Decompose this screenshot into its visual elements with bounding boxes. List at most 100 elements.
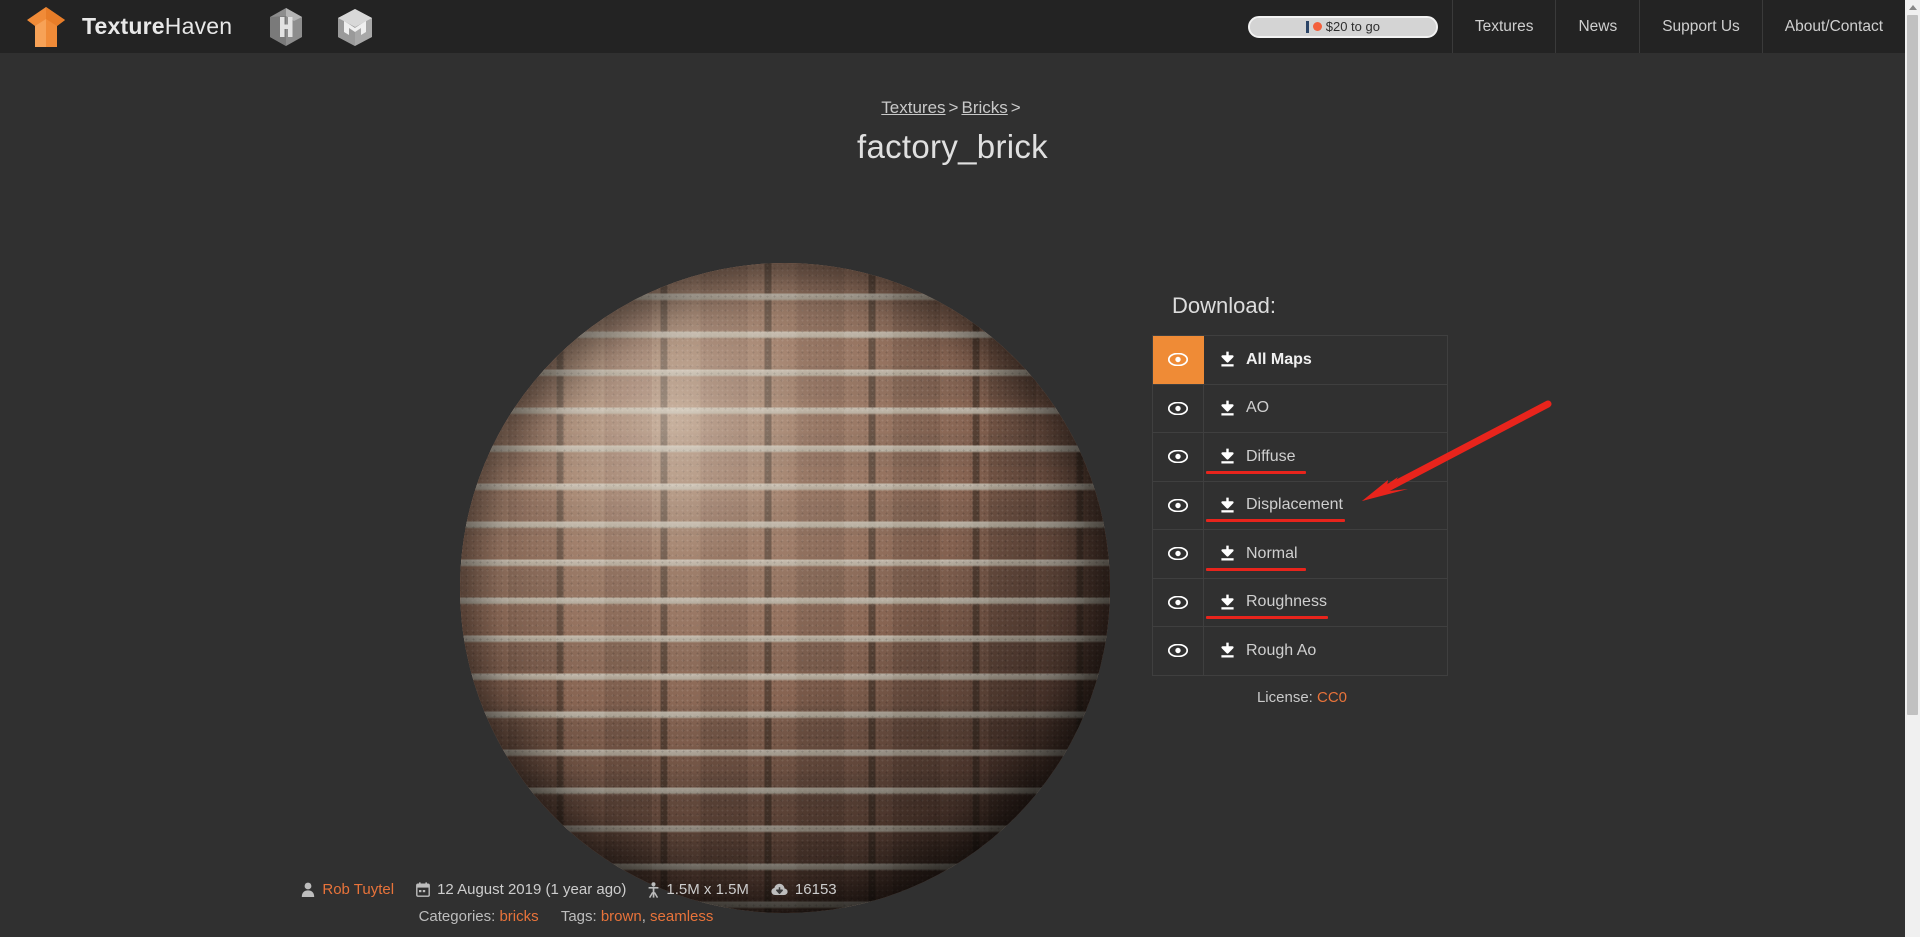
download-icon bbox=[1219, 351, 1236, 368]
annotation-underline-roughness bbox=[1206, 616, 1328, 619]
patreon-bar-icon bbox=[1305, 20, 1309, 33]
tag-separator: , bbox=[641, 908, 646, 925]
tag-brown[interactable]: brown bbox=[601, 908, 642, 925]
download-panel: Download: All Maps AO Diffuse Displaceme… bbox=[1152, 293, 1452, 706]
page-content: Textures > Bricks > factory_brick Download: bbox=[0, 53, 1905, 937]
download-row-rough-ao[interactable]: Rough Ao bbox=[1153, 627, 1447, 676]
download-link-ao[interactable]: AO bbox=[1204, 385, 1447, 433]
category-bricks[interactable]: bricks bbox=[499, 908, 538, 925]
metadata-downloads-value: 16153 bbox=[794, 881, 837, 898]
download-heading: Download: bbox=[1172, 293, 1276, 318]
download-row-all-maps[interactable]: All Maps bbox=[1153, 336, 1447, 385]
site-header: TextureHaven $20 to go Textures News Sup… bbox=[0, 0, 1905, 53]
user-icon bbox=[301, 882, 315, 897]
download-label-all-maps: All Maps bbox=[1246, 350, 1312, 368]
tags-label: Tags: bbox=[560, 908, 597, 925]
nav-item-news[interactable]: News bbox=[1555, 0, 1639, 53]
scroll-up-arrow-icon[interactable] bbox=[1905, 0, 1920, 15]
categories-label: Categories: bbox=[418, 908, 496, 925]
download-icon bbox=[1219, 448, 1236, 465]
preview-eye-icon-diffuse[interactable] bbox=[1153, 433, 1204, 481]
download-label-ao: AO bbox=[1246, 399, 1270, 417]
download-row-diffuse[interactable]: Diffuse bbox=[1153, 433, 1447, 482]
download-link-displacement[interactable]: Displacement bbox=[1204, 482, 1447, 530]
tag-seamless[interactable]: seamless bbox=[650, 908, 713, 925]
download-label-normal: Normal bbox=[1246, 544, 1298, 562]
breadcrumb-item-bricks[interactable]: Bricks bbox=[961, 98, 1007, 117]
annotation-underline-normal bbox=[1206, 567, 1306, 571]
scroll-up-arrow-glyph bbox=[1908, 5, 1917, 10]
metadata-categories-tags: Categories: bricks Tags: brown, seamless bbox=[0, 908, 1150, 925]
download-label-diffuse: Diffuse bbox=[1246, 447, 1296, 465]
patreon-dot-icon bbox=[1312, 22, 1322, 31]
preview-eye-icon-all-maps[interactable] bbox=[1153, 336, 1204, 384]
download-icon bbox=[1219, 642, 1236, 659]
breadcrumb: Textures > Bricks > bbox=[0, 98, 1905, 118]
breadcrumb-separator-1: > bbox=[948, 98, 959, 117]
download-icon bbox=[1219, 545, 1236, 562]
download-row-roughness[interactable]: Roughness bbox=[1153, 578, 1447, 627]
metadata-scale-value: 1.5M x 1.5M bbox=[666, 881, 749, 898]
download-icon bbox=[1219, 400, 1236, 417]
brick-texture-sphere-preview[interactable] bbox=[460, 263, 1110, 913]
download-row-normal[interactable]: Normal bbox=[1153, 530, 1447, 579]
nav-item-textures[interactable]: Textures bbox=[1451, 0, 1556, 53]
download-row-displacement[interactable]: Displacement bbox=[1153, 481, 1447, 530]
download-link-rough-ao[interactable]: Rough Ao bbox=[1204, 627, 1447, 675]
download-link-all-maps[interactable]: All Maps bbox=[1204, 336, 1447, 384]
model-haven-logo-icon[interactable] bbox=[336, 7, 373, 47]
breadcrumb-item-textures[interactable]: Textures bbox=[881, 98, 945, 117]
texture-preview-area bbox=[0, 183, 1150, 913]
download-map-list: All Maps AO Diffuse Displacement Normal … bbox=[1152, 335, 1448, 676]
metadata-scale: 1.5M x 1.5M bbox=[648, 881, 749, 898]
annotation-underline-displacement bbox=[1206, 519, 1345, 522]
download-label-roughness: Roughness bbox=[1246, 593, 1327, 611]
patreon-goal-text: $20 to go bbox=[1325, 19, 1380, 34]
patreon-goal-label: $20 to go bbox=[1305, 19, 1380, 34]
download-row-ao[interactable]: AO bbox=[1153, 384, 1447, 433]
sphere-rim-shadow bbox=[460, 263, 1110, 913]
cloud-download-icon bbox=[771, 883, 788, 896]
download-label-displacement: Displacement bbox=[1246, 496, 1343, 514]
metadata-categories: Categories: bricks bbox=[419, 908, 543, 925]
metadata-row: Rob Tuytel 12 August 2019 (1 year ago) 1… bbox=[301, 881, 848, 898]
breadcrumb-separator-2: > bbox=[1010, 98, 1021, 117]
preview-eye-icon-displacement[interactable] bbox=[1153, 481, 1204, 529]
nav-item-support-us[interactable]: Support Us bbox=[1639, 0, 1762, 53]
nav-item-about-contact[interactable]: About/Contact bbox=[1761, 0, 1905, 53]
metadata-downloads: 16153 bbox=[771, 881, 837, 898]
metadata-date-value: 12 August 2019 (1 year ago) bbox=[437, 881, 627, 898]
page-title: factory_brick bbox=[857, 128, 1048, 165]
download-icon bbox=[1219, 497, 1236, 514]
license-line: License: CC0 bbox=[1152, 689, 1452, 706]
annotation-underline-diffuse bbox=[1206, 470, 1306, 474]
metadata-author: Rob Tuytel bbox=[301, 881, 394, 898]
person-height-icon bbox=[648, 881, 659, 898]
license-value-link[interactable]: CC0 bbox=[1317, 689, 1347, 706]
brand-name: TextureHaven bbox=[82, 13, 232, 40]
brand-logo-group[interactable]: TextureHaven bbox=[0, 6, 232, 48]
metadata-author-value[interactable]: Rob Tuytel bbox=[322, 881, 394, 898]
arrow-up-cube-logo-icon bbox=[26, 6, 66, 48]
preview-eye-icon-rough-ao[interactable] bbox=[1153, 627, 1204, 675]
patreon-goal-progress[interactable]: $20 to go bbox=[1247, 15, 1438, 38]
preview-eye-icon-roughness[interactable] bbox=[1153, 578, 1204, 626]
hdri-haven-logo-icon[interactable] bbox=[268, 7, 304, 47]
metadata-tags: Tags: brown, seamless bbox=[561, 908, 714, 925]
download-icon bbox=[1219, 594, 1236, 611]
scrollbar-thumb[interactable] bbox=[1907, 15, 1918, 715]
sister-site-logos bbox=[268, 7, 373, 47]
preview-eye-icon-ao[interactable] bbox=[1153, 384, 1204, 432]
metadata-date: 12 August 2019 (1 year ago) bbox=[416, 881, 626, 898]
brand-suffix: Haven bbox=[164, 13, 233, 39]
license-label: License: bbox=[1256, 688, 1313, 706]
download-link-roughness[interactable]: Roughness bbox=[1204, 579, 1447, 627]
download-link-diffuse[interactable]: Diffuse bbox=[1204, 433, 1447, 481]
asset-metadata: Rob Tuytel 12 August 2019 (1 year ago) 1… bbox=[0, 881, 1150, 925]
page-scrollbar[interactable] bbox=[1905, 0, 1920, 937]
calendar-icon bbox=[416, 882, 430, 897]
main-nav: Textures News Support Us About/Contact bbox=[1451, 0, 1905, 53]
download-label-rough-ao: Rough Ao bbox=[1246, 641, 1317, 659]
preview-eye-icon-normal[interactable] bbox=[1153, 530, 1204, 578]
download-link-normal[interactable]: Normal bbox=[1204, 530, 1447, 578]
